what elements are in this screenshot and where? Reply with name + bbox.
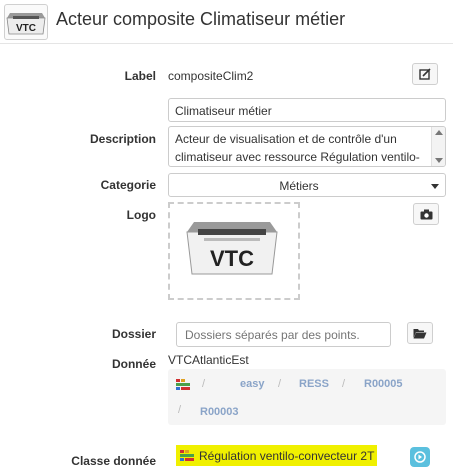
logo-image: VTC (186, 222, 278, 275)
folder-open-icon (413, 328, 427, 338)
description-textarea[interactable]: Acteur de visualisation et de contrôle d… (168, 126, 446, 167)
folder-button[interactable] (407, 322, 433, 344)
title-input-value: Climatiseur métier (175, 104, 272, 118)
dossier-label: Dossier (111, 327, 156, 341)
app-icon-label: VTC (16, 23, 36, 34)
page-header: VTC Acteur composite Climatiseur métier (0, 0, 453, 44)
camera-icon (420, 209, 432, 219)
description-scrollbar[interactable] (431, 127, 445, 166)
page-title: Acteur composite Climatiseur métier (56, 9, 346, 29)
scroll-up-icon[interactable] (435, 130, 443, 135)
categorie-select[interactable]: Métiers (168, 173, 446, 197)
logo-camera-button[interactable] (413, 203, 439, 225)
donnee-label: Donnée (111, 357, 156, 371)
breadcrumb-separator: / (178, 404, 182, 416)
classe-donnee-goto-button[interactable] (410, 447, 430, 467)
logo-label: Logo (126, 208, 156, 222)
label-field-label: Label (124, 69, 156, 83)
breadcrumb-item[interactable]: R00005 (364, 378, 403, 390)
breadcrumb-separator: / (278, 378, 282, 390)
logo-image-text: VTC (210, 246, 254, 271)
scroll-down-icon[interactable] (435, 158, 443, 163)
breadcrumb-separator: / (342, 378, 346, 390)
classe-donnee-highlight: Régulation ventilo-convecteur 2T (176, 445, 377, 466)
donnee-value: VTCAtlanticEst (168, 353, 249, 367)
edit-label-button[interactable] (412, 63, 438, 85)
breadcrumb-separator: / (202, 378, 206, 390)
breadcrumb-item[interactable]: RESS (299, 378, 329, 390)
description-text: Acteur de visualisation et de contrôle d… (175, 132, 420, 164)
title-input[interactable]: Climatiseur métier (168, 98, 446, 122)
classe-donnee-value: Régulation ventilo-convecteur 2T (199, 449, 375, 463)
dossier-input[interactable] (176, 322, 391, 347)
caret-down-icon (431, 184, 439, 189)
classe-donnee-label: Classe donnée (71, 454, 156, 468)
description-label: Description (89, 132, 156, 146)
donnee-breadcrumb: / easy / RESS / R00005 / R00003 (168, 369, 446, 425)
breadcrumb-item[interactable]: R00003 (200, 406, 239, 418)
label-value: compositeClim2 (168, 69, 254, 83)
categorie-label: Categorie (100, 178, 156, 192)
resource-icon (180, 450, 194, 461)
breadcrumb-item[interactable]: easy (240, 378, 264, 390)
resource-icon (176, 379, 190, 390)
logo-dropzone[interactable]: VTC (168, 202, 300, 300)
categorie-selected-value: Métiers (279, 179, 319, 193)
edit-icon (419, 68, 431, 80)
circle-arrow-icon (414, 451, 426, 463)
ac-unit-icon: VTC (4, 4, 48, 40)
